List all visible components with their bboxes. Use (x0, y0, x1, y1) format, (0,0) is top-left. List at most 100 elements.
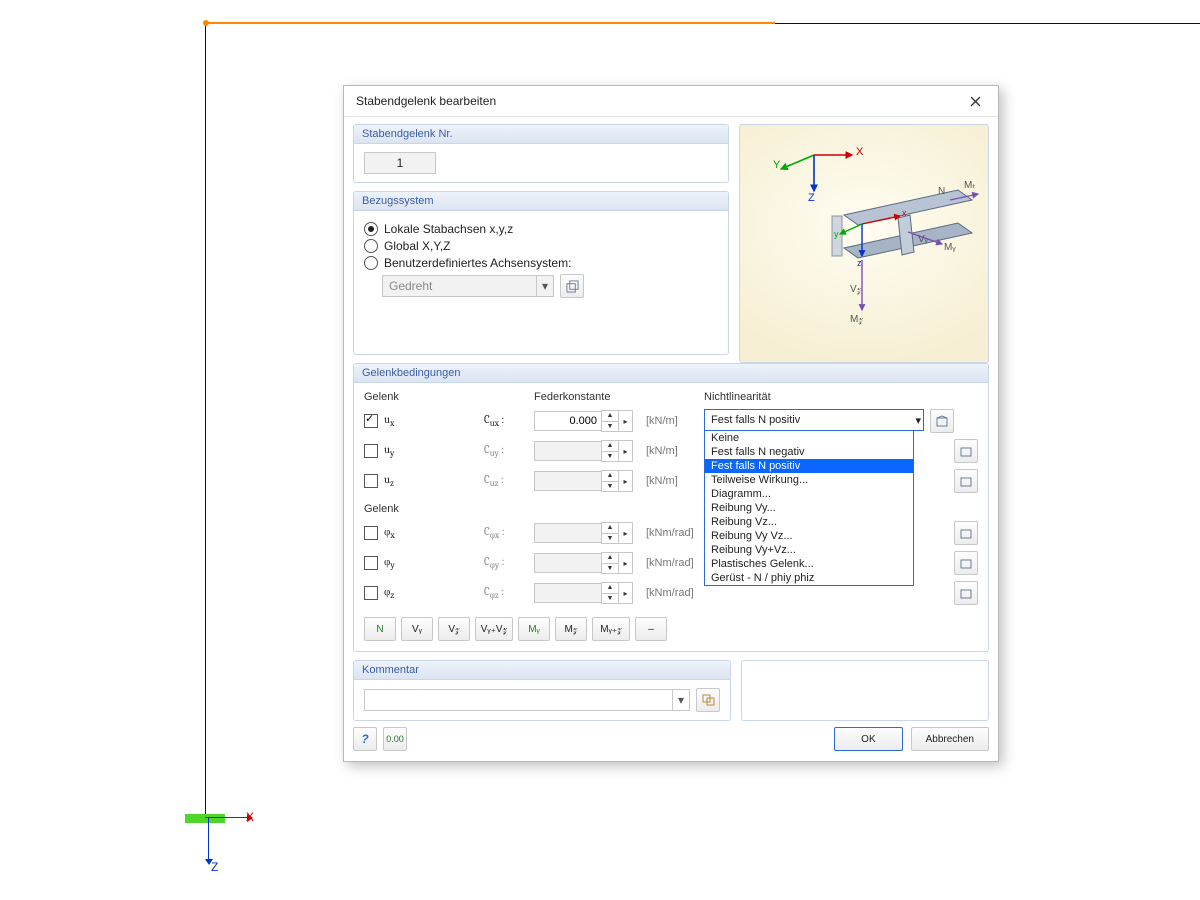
unit-kn-m: [kN/m] (642, 415, 704, 427)
check-ux[interactable]: ux (364, 413, 484, 429)
svg-text:z: z (857, 258, 862, 268)
nonlinearity-ux-combo[interactable]: Fest falls N positiv ▾ Keine Fest falls … (704, 409, 924, 431)
hinge-number-input[interactable]: 1 (364, 152, 436, 174)
radio-user-axes-label: Benutzerdefiniertes Achsensystem: (384, 256, 571, 270)
edit-axes-button[interactable] (560, 274, 584, 298)
quick-release-toolbar: N Vᵧ V𝓏 Vᵧ₊V𝓏 Mᵧ M𝓏 Mᵧ₊𝓏 – (364, 617, 978, 641)
col-nonlin: Nichtlinearität (704, 391, 978, 403)
nl-option[interactable]: Gerüst - N / phiy phiz (705, 571, 913, 585)
radio-local-axes-label: Lokale Stabachsen x,y,z (384, 222, 513, 236)
check-phiz-label: φz (384, 585, 394, 601)
number-header: Stabendgelenk Nr. (354, 125, 728, 144)
comment-combo[interactable]: ▾ (364, 689, 690, 711)
axis-z-label: Z (211, 860, 218, 874)
chevron-down-icon: ▾ (915, 414, 921, 427)
reference-system-panel: Bezugssystem Lokale Stabachsen x,y,z Glo… (353, 191, 729, 355)
check-uz[interactable]: uz (364, 473, 484, 489)
ok-button[interactable]: OK (834, 727, 902, 751)
nl-option[interactable]: Reibung Vy Vz... (705, 529, 913, 543)
quick-vy-button[interactable]: Vᵧ (401, 617, 433, 641)
nl-option[interactable]: Reibung Vz... (705, 515, 913, 529)
preview-panel (741, 660, 989, 721)
comment-library-button[interactable] (696, 688, 720, 712)
radio-local-axes[interactable]: Lokale Stabachsen x,y,z (364, 222, 718, 236)
nl-option[interactable]: Fest falls N positiv (705, 459, 913, 473)
quick-mz-button[interactable]: M𝓏 (555, 617, 587, 641)
unit-knm-rad: [kNm/rad] (642, 587, 704, 599)
nl-settings-uy-button[interactable] (954, 439, 978, 463)
radio-global-axes[interactable]: Global X,Y,Z (364, 239, 718, 253)
svg-text:X: X (856, 146, 864, 158)
number-panel: Stabendgelenk Nr. 1 (353, 124, 729, 183)
check-uy[interactable]: uy (364, 443, 484, 459)
chevron-down-icon: ▾ (672, 690, 689, 710)
spring-phix-input: ▲▼▸ (534, 523, 642, 543)
svg-text:Mₜ: Mₜ (964, 180, 975, 191)
nl-option[interactable]: Reibung Vy... (705, 501, 913, 515)
nonlinearity-ux-value: Fest falls N positiv (711, 414, 800, 426)
svg-text:y: y (834, 229, 839, 239)
check-phix[interactable]: φx (364, 525, 484, 541)
axis-x-icon (205, 817, 249, 818)
quick-n-button[interactable]: N (364, 617, 396, 641)
quick-vz-button[interactable]: V𝓏 (438, 617, 470, 641)
nl-settings-phiy-button[interactable] (954, 551, 978, 575)
svg-text:N: N (938, 186, 945, 197)
dialog-title: Stabendgelenk bearbeiten (356, 94, 496, 108)
selected-member (205, 22, 775, 24)
nl-option[interactable]: Fest falls N negativ (705, 445, 913, 459)
node-marker (203, 20, 209, 26)
spring-uz-input: ▲▼▸ (534, 471, 642, 491)
unit-knm-rad: [kNm/rad] (642, 527, 704, 539)
spring-uy-input: ▲▼▸ (534, 441, 642, 461)
nl-settings-phiz-button[interactable] (954, 581, 978, 605)
quick-my-button[interactable]: Mᵧ (518, 617, 550, 641)
unit-kn-m: [kN/m] (642, 445, 704, 457)
check-phiz[interactable]: φz (364, 585, 484, 601)
axis-x-label: X (246, 810, 254, 824)
nl-settings-phix-button[interactable] (954, 521, 978, 545)
units-button[interactable]: 0.00 (383, 727, 407, 751)
nl-settings-ux-button[interactable] (930, 409, 954, 433)
spring-ux-input[interactable]: ▲▼▸ (534, 411, 642, 431)
user-axes-combo-value: Gedreht (383, 279, 536, 293)
nl-option[interactable]: Diagramm... (705, 487, 913, 501)
axis-z-icon (208, 817, 209, 861)
support-icon (185, 814, 225, 823)
comment-panel: Kommentar ▾ (353, 660, 731, 721)
comment-header: Kommentar (354, 661, 730, 680)
cancel-button[interactable]: Abbrechen (911, 727, 989, 751)
radio-user-axes[interactable]: Benutzerdefiniertes Achsensystem: (364, 256, 718, 270)
unit-knm-rad: [kNm/rad] (642, 557, 704, 569)
check-phiy-label: φy (384, 555, 395, 571)
quick-vyvz-button[interactable]: Vᵧ₊V𝓏 (475, 617, 513, 641)
svg-text:Z: Z (808, 192, 815, 204)
nl-option[interactable]: Reibung Vy+Vz... (705, 543, 913, 557)
reference-system-header: Bezugssystem (354, 192, 728, 211)
quick-clear-button[interactable]: – (635, 617, 667, 641)
nl-option[interactable]: Teilweise Wirkung... (705, 473, 913, 487)
hinge-conditions-panel: Gelenkbedingungen Gelenk Federkonstante … (353, 363, 989, 652)
svg-text:V𝓏: V𝓏 (850, 284, 862, 295)
svg-text:Y: Y (773, 159, 781, 171)
check-uz-label: uz (384, 473, 394, 489)
nl-option[interactable]: Keine (705, 431, 913, 445)
help-button[interactable]: ? (353, 727, 377, 751)
nl-option[interactable]: Plastisches Gelenk... (705, 557, 913, 571)
check-phix-label: φx (384, 525, 395, 541)
check-phiy[interactable]: φy (364, 555, 484, 571)
svg-text:Vᵧ: Vᵧ (918, 234, 929, 245)
nonlinearity-dropdown-list[interactable]: Keine Fest falls N negativ Fest falls N … (704, 430, 914, 586)
hinge-illustration: X Y Z x y z (739, 124, 989, 363)
nl-settings-uz-button[interactable] (954, 469, 978, 493)
edit-member-hinge-dialog: Stabendgelenk bearbeiten Stabendgelenk N… (343, 85, 999, 762)
quick-mymz-button[interactable]: Mᵧ₊𝓏 (592, 617, 630, 641)
check-ux-label: ux (384, 413, 394, 429)
hinge-conditions-header: Gelenkbedingungen (354, 364, 988, 383)
col-spring: Federkonstante (534, 391, 642, 403)
col-hinge: Gelenk (364, 391, 484, 403)
close-button[interactable] (960, 89, 990, 113)
svg-text:x: x (902, 208, 907, 218)
chevron-down-icon: ▾ (536, 276, 553, 296)
column-line (205, 23, 206, 823)
